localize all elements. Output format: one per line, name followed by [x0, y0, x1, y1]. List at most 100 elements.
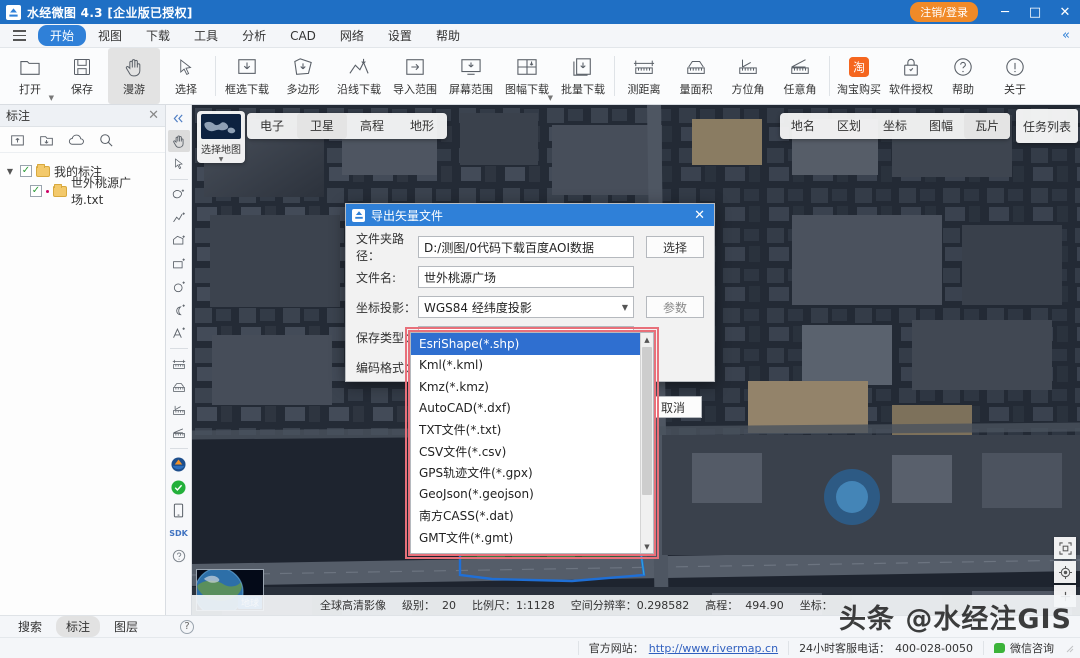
dropdown-option[interactable]: AutoCAD(*.dxf): [411, 398, 653, 420]
ruler-icon[interactable]: [168, 353, 190, 375]
menu-item-start[interactable]: 开始: [38, 25, 87, 46]
website-link[interactable]: http://www.rivermap.cn: [649, 642, 778, 655]
checkbox[interactable]: ✓: [30, 185, 42, 197]
dropdown-option[interactable]: 南方CASS(*.dat): [411, 505, 653, 527]
mobile-icon[interactable]: [168, 499, 190, 521]
slope-icon[interactable]: [168, 422, 190, 444]
dropdown-option[interactable]: GMT文件(*.gmt): [411, 527, 653, 549]
menu-item-analysis[interactable]: 分析: [230, 25, 278, 46]
hamburger-menu-icon[interactable]: [8, 30, 30, 41]
polygon-icon[interactable]: [168, 230, 190, 252]
ribbon-angle[interactable]: 任意角: [774, 48, 826, 104]
hand-pan-icon[interactable]: [167, 130, 190, 152]
bottom-tab-annotation[interactable]: 标注: [56, 616, 101, 637]
checkbox[interactable]: ✓: [20, 165, 32, 177]
ribbon-polygon-download[interactable]: 多边形: [275, 48, 331, 104]
menu-item-tools[interactable]: 工具: [182, 25, 230, 46]
ribbon-taobao[interactable]: 淘 淘宝购买: [833, 48, 885, 104]
locate-icon[interactable]: [1054, 561, 1076, 583]
polyline-icon[interactable]: [168, 207, 190, 229]
tab-elevation[interactable]: 高程: [347, 113, 397, 139]
ribbon-pan[interactable]: 漫游: [108, 48, 160, 104]
browse-folder-button[interactable]: 选择: [646, 236, 704, 258]
minimize-button[interactable]: ─: [990, 0, 1020, 24]
select-map-button[interactable]: 选择地图 ▼: [197, 111, 245, 163]
ribbon-grid-download[interactable]: 图幅下载 ▼: [499, 48, 555, 104]
ribbon-open[interactable]: 打开 ▼: [4, 48, 56, 104]
dropdown-option[interactable]: TXT文件(*.txt): [411, 419, 653, 441]
help-round-icon[interactable]: [168, 545, 190, 567]
dropdown-option[interactable]: Kmz(*.kmz): [411, 376, 653, 398]
scroll-down-icon[interactable]: ▼: [641, 540, 653, 553]
ribbon-select[interactable]: 选择: [160, 48, 212, 104]
collapse-ribbon-icon[interactable]: «: [1062, 28, 1070, 43]
logo-round-icon[interactable]: [168, 453, 190, 475]
tab-satellite[interactable]: 卫星: [297, 113, 348, 139]
ribbon-line-download[interactable]: 沿线下载: [331, 48, 387, 104]
menu-item-view[interactable]: 视图: [86, 25, 134, 46]
text-icon[interactable]: [168, 322, 190, 344]
ribbon-azimuth[interactable]: 方位角: [722, 48, 774, 104]
arc-icon[interactable]: [168, 299, 190, 321]
bottom-tab-search[interactable]: 搜索: [8, 616, 52, 637]
dropdown-option[interactable]: GPS轨迹文件(*.gpx): [411, 462, 653, 484]
ribbon-screen-range[interactable]: 屏幕范围: [443, 48, 499, 104]
tab-electronic[interactable]: 电子: [247, 113, 297, 139]
tab-districts[interactable]: 区划: [826, 113, 872, 139]
ribbon-save[interactable]: 保存: [56, 48, 108, 104]
export-annotation-icon[interactable]: [39, 133, 54, 147]
task-list-button[interactable]: 任务列表: [1016, 109, 1078, 143]
dropdown-option[interactable]: CSV文件(*.csv): [411, 441, 653, 463]
cloud-annotation-icon[interactable]: [68, 133, 85, 147]
ribbon-measure-distance[interactable]: 测距离: [618, 48, 670, 104]
fit-extent-icon[interactable]: [1054, 537, 1076, 559]
arrow-select-icon[interactable]: [168, 153, 190, 175]
green-check-icon[interactable]: [168, 476, 190, 498]
dropdown-option[interactable]: GeoJson(*.geojson): [411, 484, 653, 506]
ribbon-batch-download[interactable]: 批量下载: [555, 48, 611, 104]
folder-path-input[interactable]: D:/测图/0代码下载百度AOI数据: [418, 236, 634, 258]
sdk-icon[interactable]: SDK: [168, 522, 190, 544]
circle-icon[interactable]: [168, 276, 190, 298]
tab-tiles[interactable]: 瓦片: [963, 113, 1010, 139]
projection-select[interactable]: WGS84 经纬度投影 ▼: [418, 296, 634, 318]
dropdown-option[interactable]: Kml(*.kml): [411, 355, 653, 377]
menu-item-download[interactable]: 下载: [134, 25, 182, 46]
scrollbar-thumb[interactable]: [642, 347, 652, 495]
close-button[interactable]: ✕: [1050, 0, 1080, 24]
close-icon[interactable]: ✕: [148, 108, 159, 123]
search-annotation-icon[interactable]: [99, 133, 113, 147]
collapse-panel-icon[interactable]: [168, 107, 190, 129]
dialog-close-icon[interactable]: ✕: [689, 208, 710, 223]
tab-terrain[interactable]: 地形: [397, 113, 447, 139]
azimuth-small-icon[interactable]: [168, 399, 190, 421]
bottom-tab-layers[interactable]: 图层: [104, 616, 148, 637]
dropdown-option[interactable]: EsriShape(*.shp): [411, 333, 653, 355]
expand-toggle-icon[interactable]: ▼: [4, 167, 16, 176]
chevron-down-icon[interactable]: ▼: [49, 94, 54, 102]
menu-item-help[interactable]: 帮助: [424, 25, 472, 46]
import-annotation-icon[interactable]: [10, 133, 25, 147]
chevron-down-icon[interactable]: ▼: [219, 156, 224, 163]
tab-placenames[interactable]: 地名: [780, 113, 826, 139]
help-round-icon[interactable]: ?: [180, 619, 195, 634]
tab-coordinates[interactable]: 坐标: [872, 113, 918, 139]
login-logout-button[interactable]: 注销/登录: [910, 2, 978, 22]
dropdown-scrollbar[interactable]: ▲ ▼: [640, 333, 653, 553]
ribbon-help[interactable]: 帮助: [937, 48, 989, 104]
resize-grip-icon[interactable]: [1064, 643, 1074, 653]
ribbon-rect-download[interactable]: 框选下载: [219, 48, 275, 104]
chevron-down-icon[interactable]: ▼: [548, 94, 553, 102]
menu-item-cad[interactable]: CAD: [278, 27, 328, 45]
rectangle-icon[interactable]: [168, 253, 190, 275]
area-icon[interactable]: [168, 376, 190, 398]
freehand-icon[interactable]: [168, 184, 190, 206]
menu-item-network[interactable]: 网络: [328, 25, 376, 46]
ribbon-about[interactable]: 关于: [989, 48, 1041, 104]
wechat-consult[interactable]: 微信咨询: [983, 641, 1064, 655]
projection-params-button[interactable]: 参数: [646, 296, 704, 318]
maximize-button[interactable]: □: [1020, 0, 1050, 24]
menu-item-settings[interactable]: 设置: [376, 25, 424, 46]
ribbon-measure-area[interactable]: 量面积: [670, 48, 722, 104]
ribbon-license[interactable]: 软件授权: [885, 48, 937, 104]
